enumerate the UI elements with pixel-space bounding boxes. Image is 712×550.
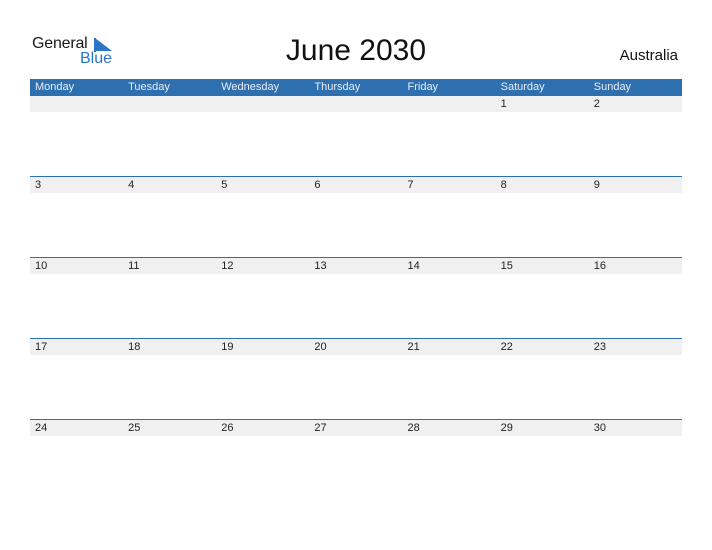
day-cell: 9 [593, 179, 600, 191]
day-cell: 21 [407, 341, 420, 353]
day-cell: 27 [314, 422, 327, 434]
day-cell: 1 [500, 98, 507, 110]
country-label: Australia [619, 47, 678, 64]
day-cell: 23 [593, 341, 606, 353]
weekday-saturday: Saturday [500, 81, 545, 93]
day-cell: 10 [35, 260, 48, 272]
day-cell: 26 [221, 422, 234, 434]
day-cell: 20 [314, 341, 327, 353]
weekday-friday: Friday [407, 81, 439, 93]
weekday-monday: Monday [35, 81, 75, 93]
day-cell [309, 96, 402, 112]
day-cell [216, 96, 309, 112]
date-band: 17 18 19 20 21 22 23 [30, 339, 682, 355]
day-cell: 25 [128, 422, 141, 434]
day-cell: 5 [221, 179, 228, 191]
day-cell: 6 [314, 179, 321, 191]
day-cell: 8 [500, 179, 507, 191]
weekday-thursday: Thursday [314, 81, 361, 93]
day-cell: 19 [221, 341, 234, 353]
weekday-wednesday: Wednesday [221, 81, 280, 93]
day-cell: 29 [500, 422, 513, 434]
week-row: 12 [30, 96, 682, 177]
date-band: 10 11 12 13 14 15 16 [30, 258, 682, 274]
date-band: 3 4 5 6 7 8 9 [30, 177, 682, 193]
week-row: 3 4 5 6 7 8 9 [30, 176, 682, 258]
day-cell: 22 [500, 341, 513, 353]
day-cell: 28 [407, 422, 420, 434]
day-cell: 30 [593, 422, 606, 434]
page-title: June 2030 [285, 34, 427, 67]
weekday-header: Monday Tuesday Wednesday Thursday Friday… [30, 79, 682, 96]
week-row: 10 11 12 13 14 15 16 [30, 257, 682, 339]
week-row: 17 18 19 20 21 22 23 [30, 338, 682, 420]
day-cell: 13 [314, 260, 327, 272]
date-band: 12 [30, 96, 682, 112]
day-cell: 17 [35, 341, 48, 353]
weekday-sunday: Sunday [593, 81, 632, 93]
day-cell: 11 [128, 260, 140, 272]
day-cell: 2 [593, 98, 600, 110]
day-cell [123, 96, 216, 112]
weekday-tuesday: Tuesday [128, 81, 170, 93]
day-cell: 15 [500, 260, 513, 272]
day-cell: 18 [128, 341, 141, 353]
day-cell: 16 [593, 260, 606, 272]
day-cell: 24 [35, 422, 48, 434]
week-row: 24 25 26 27 28 29 30 [30, 419, 682, 501]
day-cell: 14 [407, 260, 420, 272]
day-cell: 7 [407, 179, 414, 191]
day-cell: 4 [128, 179, 135, 191]
day-cell [30, 96, 123, 112]
day-cell [403, 96, 496, 112]
day-cell: 12 [221, 260, 234, 272]
day-cell: 3 [35, 179, 42, 191]
date-band: 24 25 26 27 28 29 30 [30, 420, 682, 436]
